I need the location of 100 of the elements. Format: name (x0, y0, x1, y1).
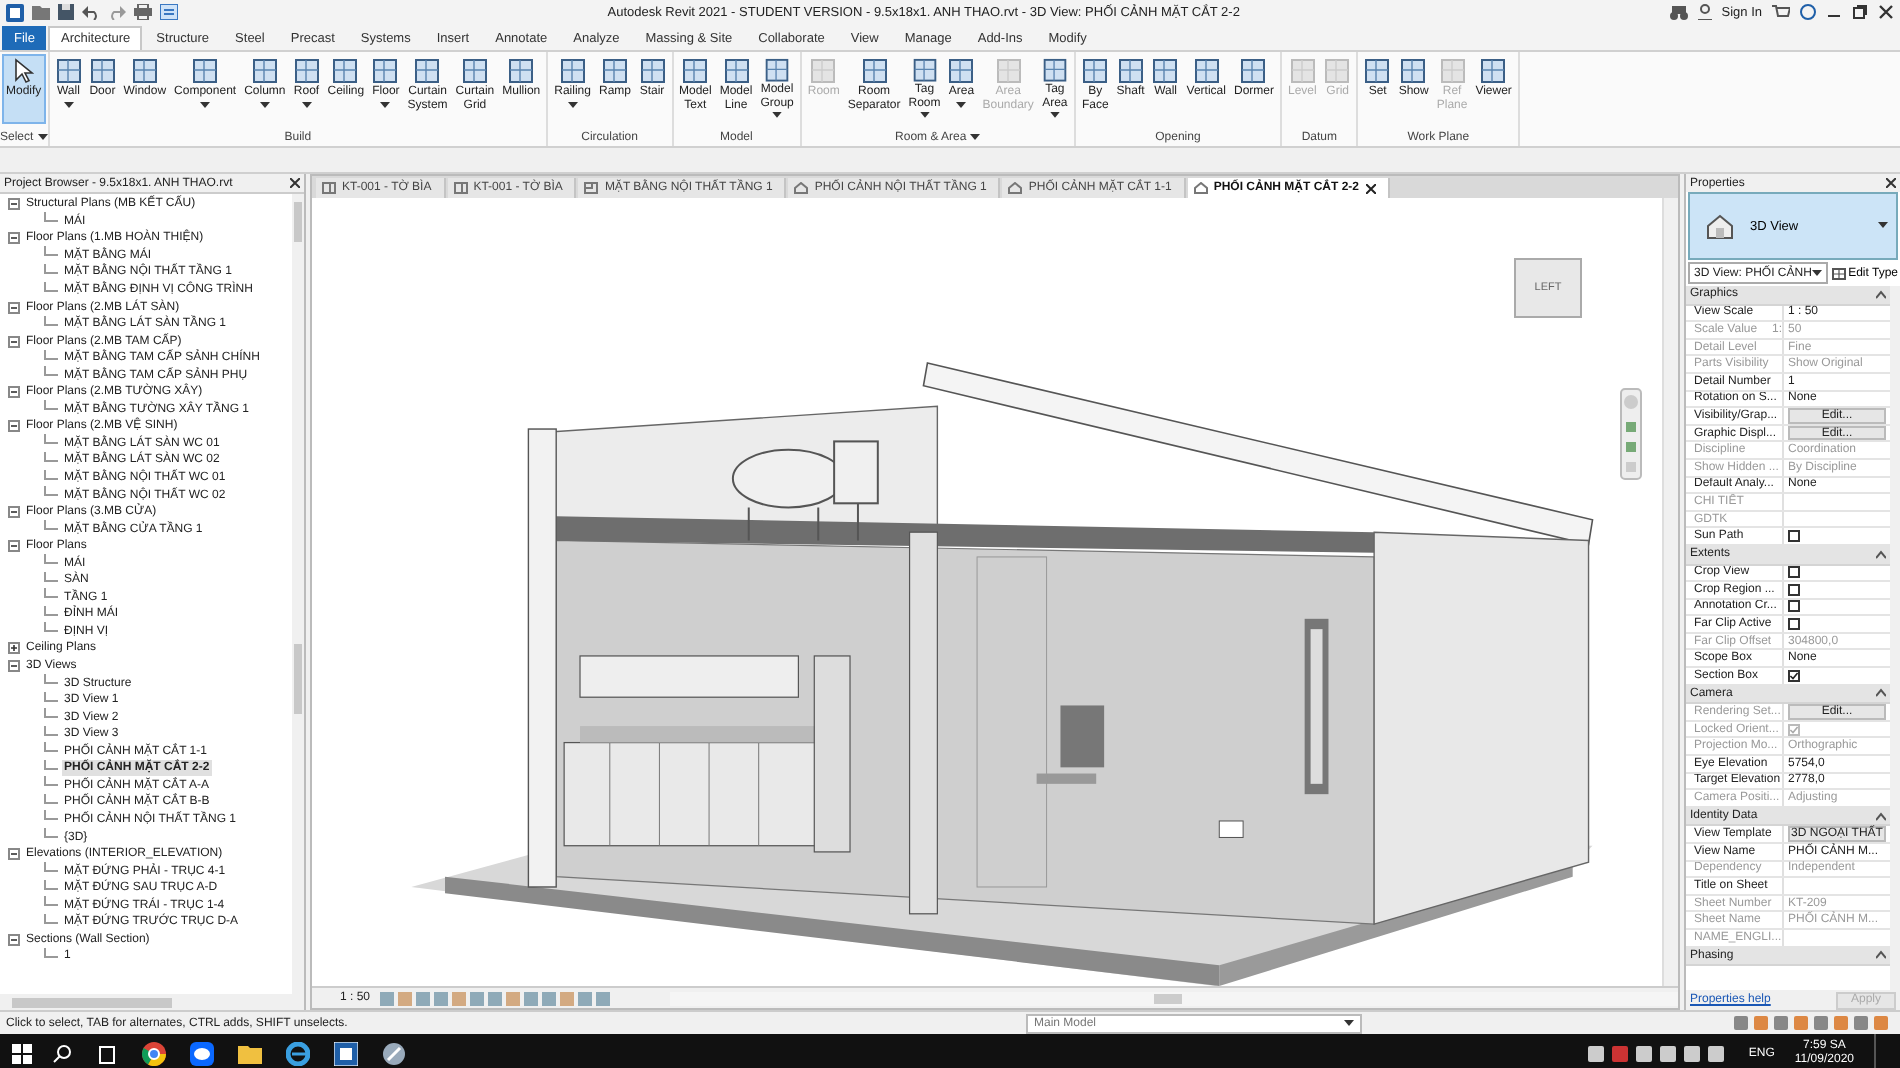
scrollbar[interactable] (1890, 286, 1900, 990)
square-icon (332, 58, 359, 84)
square-icon (89, 58, 116, 84)
system-tray-icons-drawing[interactable] (1588, 1046, 1729, 1062)
caret-icon (1812, 269, 1823, 277)
collapse-icon[interactable] (1876, 688, 1886, 699)
square-icon (1289, 58, 1316, 84)
collapse-icon[interactable] (8, 335, 20, 348)
scrollbar[interactable] (670, 991, 1678, 1005)
checkbox[interactable] (1788, 530, 1800, 543)
square-icon (948, 58, 975, 84)
selection-tools-drawing[interactable] (1734, 1016, 1894, 1030)
checkbox[interactable] (1788, 669, 1800, 682)
checkbox[interactable] (1788, 618, 1800, 631)
caret-icon (970, 133, 981, 141)
print-icon[interactable] (134, 4, 152, 20)
square-icon (601, 58, 628, 84)
scrollbar[interactable] (1662, 198, 1678, 986)
square-icon (293, 58, 320, 84)
caret-icon (956, 101, 967, 109)
collapse-icon[interactable] (1876, 950, 1886, 961)
caret-icon (772, 112, 783, 120)
collapse-icon[interactable] (8, 232, 20, 245)
square-icon (1480, 58, 1507, 84)
close-icon[interactable] (290, 178, 300, 188)
square-icon (192, 58, 219, 84)
square-icon (911, 58, 938, 83)
browser-icon[interactable] (142, 1042, 166, 1066)
collapse-icon[interactable] (8, 540, 20, 553)
square-icon (723, 58, 750, 84)
user-icon[interactable] (1697, 4, 1712, 20)
app-logo-icon[interactable] (6, 3, 24, 21)
square-icon (861, 58, 888, 84)
sheet-icon (322, 182, 336, 194)
expand-icon[interactable] (8, 642, 20, 655)
app-logo-icon[interactable] (334, 1042, 358, 1066)
square-icon (1240, 58, 1267, 84)
windows-icon[interactable] (12, 1044, 32, 1064)
redo-icon[interactable] (108, 5, 126, 19)
caret-icon (259, 101, 270, 109)
collapse-icon[interactable] (8, 420, 20, 433)
collapse-icon[interactable] (1876, 289, 1886, 300)
square-icon (1364, 58, 1391, 84)
collapse-icon[interactable] (8, 660, 20, 673)
checkbox[interactable] (1788, 600, 1800, 613)
square-icon (1193, 58, 1220, 84)
collapse-icon[interactable] (8, 198, 20, 211)
close-icon[interactable] (1886, 178, 1896, 188)
folder-icon[interactable] (238, 1044, 262, 1064)
collapse-icon[interactable] (8, 506, 20, 519)
cart-icon[interactable] (1772, 4, 1790, 20)
caret-icon (1049, 112, 1060, 120)
collapse-icon[interactable] (8, 301, 20, 314)
square-icon (1082, 58, 1109, 84)
caret-icon (1878, 222, 1888, 230)
plan-icon (584, 182, 599, 194)
caret-icon (63, 101, 74, 109)
collapse-icon[interactable] (1876, 549, 1886, 560)
help-icon[interactable] (1800, 4, 1816, 20)
drawing-app-icon[interactable] (382, 1042, 406, 1066)
undo-icon[interactable] (82, 5, 100, 19)
square-icon (1152, 58, 1179, 84)
save-icon[interactable] (58, 4, 74, 20)
checkbox[interactable] (1788, 583, 1800, 596)
collapse-icon[interactable] (8, 848, 20, 861)
restore-icon[interactable] (1852, 4, 1868, 20)
scrollbar[interactable] (0, 994, 304, 1010)
house-icon (1706, 213, 1734, 239)
caret-icon (380, 101, 391, 109)
house-icon (794, 182, 809, 194)
house-icon (1008, 182, 1023, 194)
caret-icon (301, 101, 312, 109)
collapse-icon[interactable] (8, 386, 20, 399)
search-icon[interactable] (52, 1044, 72, 1064)
chat-icon[interactable] (190, 1042, 214, 1066)
task-view-icon[interactable] (96, 1045, 118, 1063)
square-icon (461, 58, 488, 84)
square-icon (995, 58, 1022, 84)
square-icon (372, 58, 399, 84)
checkbox[interactable] (1788, 566, 1800, 579)
square-icon (251, 58, 278, 84)
close-icon[interactable] (1878, 4, 1894, 20)
square-icon (559, 58, 586, 84)
house-icon (1193, 182, 1208, 194)
collapse-icon[interactable] (1876, 811, 1886, 822)
square-icon (1439, 58, 1466, 84)
square-icon (508, 58, 535, 84)
square-icon (1041, 58, 1068, 83)
caret-icon (1344, 1019, 1354, 1027)
caret-icon (37, 133, 48, 141)
square-icon (810, 58, 837, 84)
grid-icon (1832, 267, 1847, 279)
square-icon (1324, 58, 1351, 84)
square-icon (1400, 58, 1427, 84)
close-icon[interactable] (1365, 183, 1375, 193)
square-icon (1117, 58, 1144, 84)
scrollbar[interactable] (292, 194, 304, 994)
binoculars-icon[interactable] (1669, 5, 1688, 19)
thin-lines-icon[interactable] (160, 4, 178, 20)
collapse-icon[interactable] (8, 933, 20, 946)
